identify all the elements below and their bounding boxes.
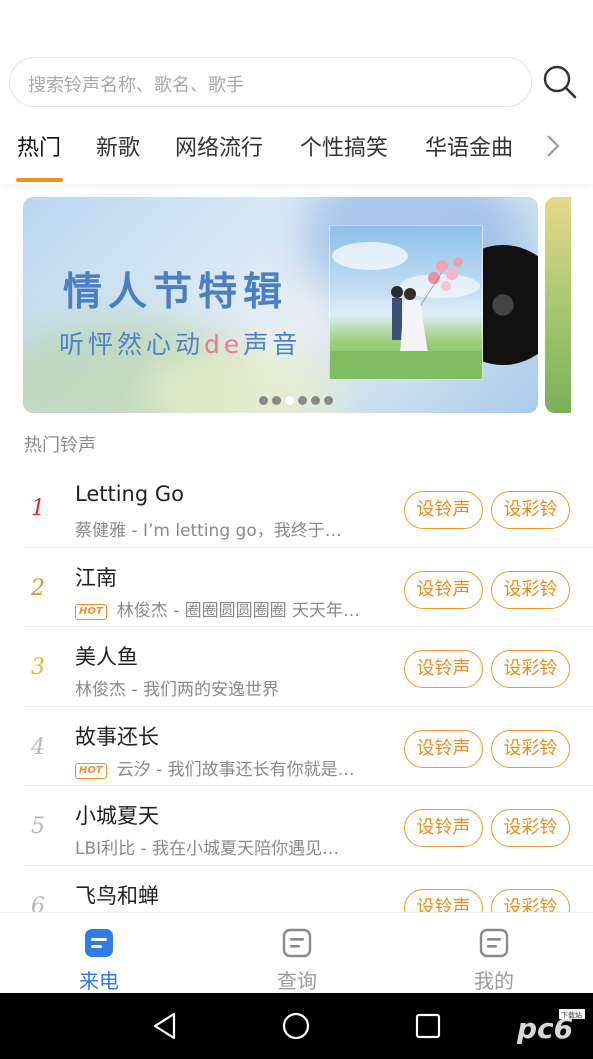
banner-title: 情人节特辑 [63,270,289,315]
song-subtitle: 林俊杰 - 圈圈圆圆圈圈 天天年… [116,600,361,621]
list-item[interactable]: 1 Letting Go 蔡健雅 - I’m letting go，我终于… 设… [23,468,593,548]
song-subtitle: 蔡健雅 - I’m letting go，我终于… [75,521,342,541]
tab-internet-popular[interactable]: 网络流行 [175,130,263,162]
rank-number: 1 [31,496,45,521]
system-navigation-bar: pc6 下载站 [0,993,593,1059]
tab-hot[interactable]: 热门 [17,130,61,162]
set-ringtone-button[interactable]: 设铃声 [404,809,483,847]
song-title: 飞鸟和蝉 [75,883,159,908]
search-icon[interactable] [540,62,580,102]
song-title: Letting Go [75,482,184,506]
svg-text:下载站: 下载站 [561,1011,582,1020]
nav-label: 查询 [277,969,317,993]
category-tabs: 热门 新歌 网络流行 个性搞笑 华语金曲 [0,118,593,184]
bottom-navigation: 来电 查询 我的 [0,912,593,993]
profile-icon [479,928,509,958]
search-input[interactable]: 搜索铃声名称、歌名、歌手 [9,57,532,107]
watermark-logo: pc6 下载站 [515,1007,587,1047]
nav-label: 我的 [474,969,514,993]
song-subtitle-wrap: HOT 云汐 - 我们故事还长有你就是… [75,755,395,780]
set-ringtone-button[interactable]: 设铃声 [404,729,483,768]
set-color-ring-button[interactable]: 设彩铃 [491,729,570,768]
nav-query[interactable]: 查询 [237,913,357,994]
nav-label: 来电 [79,969,119,993]
nav-incoming-call[interactable]: 来电 [39,913,159,994]
list-item[interactable]: 3 美人鱼 林俊杰 - 我们两的安逸世界 设铃声 设彩铃 [23,627,593,707]
search-placeholder: 搜索铃声名称、歌名、歌手 [28,75,244,96]
set-ringtone-button[interactable]: 设铃声 [404,491,483,529]
set-ringtone-button[interactable]: 设铃声 [404,570,483,609]
pagination-dot-active [285,396,294,405]
back-icon[interactable] [148,1009,182,1043]
pagination-dot [324,396,333,405]
pagination-dot [298,396,307,405]
album-cover-image [329,225,483,380]
active-tab-indicator [16,178,63,182]
nav-mine[interactable]: 我的 [434,913,554,994]
rank-number: 5 [31,814,45,839]
song-subtitle: 云汐 - 我们故事还长有你就是… [116,759,355,780]
list-item[interactable]: 5 小城夏天 LBI利比 - 我在小城夏天陪你遇见… 设铃声 设彩铃 [23,786,593,866]
list-item[interactable]: 4 故事还长 HOT 云汐 - 我们故事还长有你就是… 设铃声 设彩铃 [23,707,593,786]
list-item[interactable]: 2 江南 HOT 林俊杰 - 圈圈圆圆圈圈 天天年… 设铃声 设彩铃 [23,548,593,627]
pagination-dot [259,396,268,405]
hot-badge: HOT [75,603,107,620]
set-color-ring-button[interactable]: 设彩铃 [491,809,570,847]
song-title: 故事还长 [75,724,159,749]
set-ringtone-button[interactable]: 设铃声 [404,650,483,688]
recents-icon[interactable] [411,1009,445,1043]
tab-chinese-classics[interactable]: 华语金曲 [425,130,513,162]
song-title: 美人鱼 [75,645,138,669]
rank-number: 3 [31,655,45,680]
song-title: 小城夏天 [75,804,159,828]
section-title: 热门铃声 [24,435,96,456]
banner-pagination [259,396,333,405]
song-subtitle: 林俊杰 - 我们两的安逸世界 [75,680,279,700]
home-icon[interactable] [279,1009,313,1043]
song-subtitle: LBI利比 - 我在小城夏天陪你遇见… [75,839,340,859]
rank-number: 2 [31,575,45,601]
pagination-dot [272,396,281,405]
song-subtitle-wrap: HOT 林俊杰 - 圈圈圆圆圈圈 天天年… [75,596,395,621]
song-title: 江南 [75,565,117,590]
set-color-ring-button[interactable]: 设彩铃 [491,570,570,609]
set-color-ring-button[interactable]: 设彩铃 [491,650,570,688]
incoming-call-icon [85,929,113,957]
set-color-ring-button[interactable]: 设彩铃 [491,491,570,529]
banner-subtitle: 听怦然心动de声音 [59,330,302,359]
rank-number: 4 [31,734,45,760]
next-banner-peek[interactable] [545,197,571,413]
tab-funny[interactable]: 个性搞笑 [300,130,388,162]
pagination-dot [311,396,320,405]
hot-badge: HOT [75,762,107,779]
ringtone-list: 1 Letting Go 蔡健雅 - I’m letting go，我终于… 设… [23,468,593,945]
promo-banner[interactable]: 情人节特辑 听怦然心动de声音 [23,197,538,413]
chevron-right-icon[interactable] [540,130,568,162]
tab-new-songs[interactable]: 新歌 [96,130,140,162]
query-icon [282,928,312,958]
